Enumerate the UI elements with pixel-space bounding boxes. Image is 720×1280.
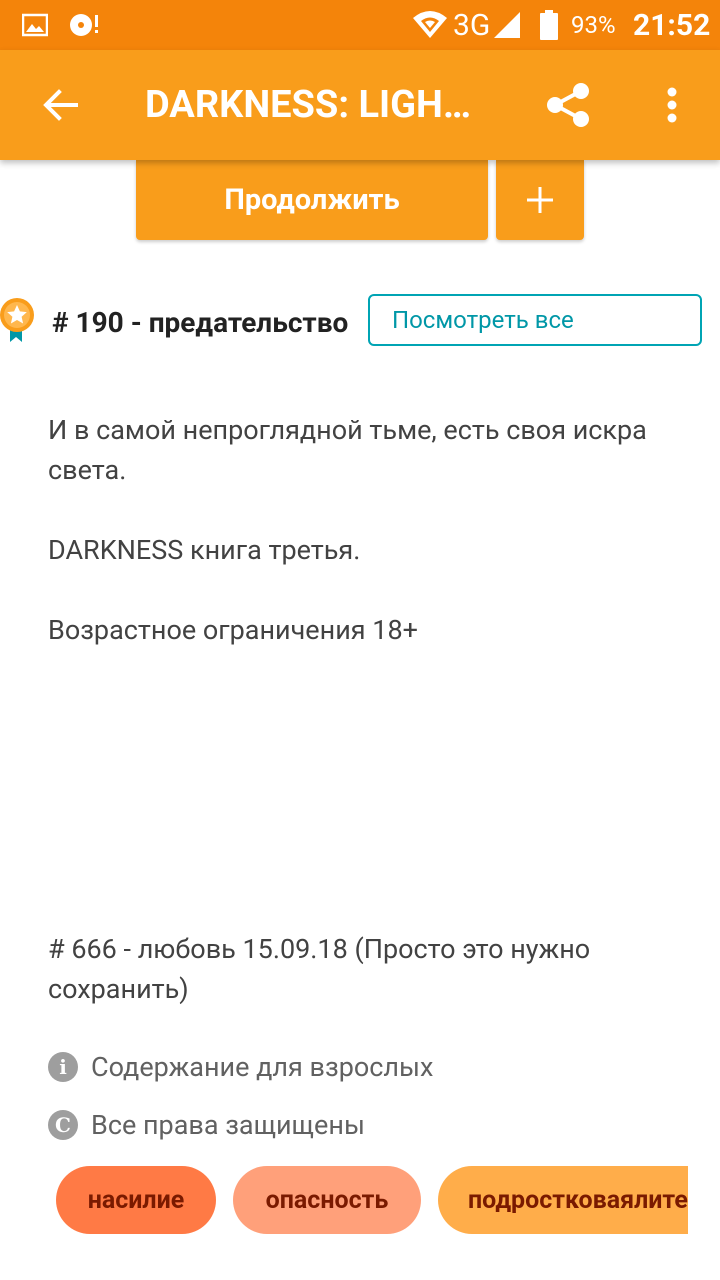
description-line-4: # 666 - любовь 15.09.18 (Просто это нужн… (48, 933, 591, 1005)
share-icon[interactable] (538, 75, 598, 135)
tag-chip[interactable]: подростковаялитература (438, 1166, 688, 1234)
copyright-row: C Все права защищены (48, 1105, 365, 1145)
description-line-3: Возрастное ограничения 18+ (48, 614, 418, 646)
status-bar: 3G 93% 21:52 (0, 0, 720, 50)
tag-chip[interactable]: насилие (56, 1166, 216, 1234)
tag-chip[interactable]: опасность (233, 1166, 421, 1234)
ranking-text: # 190 - предательство (52, 305, 349, 339)
disc-icon (68, 0, 100, 50)
copyright-label: Все права защищены (91, 1109, 365, 1141)
book-title: DARKNESS: LIGH… (145, 83, 472, 127)
network-type: 3G (453, 7, 491, 43)
battery-icon (540, 0, 558, 50)
copyright-icon: C (48, 1110, 78, 1140)
view-all-button[interactable]: Посмотреть все (368, 294, 702, 346)
signal-icon (492, 0, 522, 50)
mature-content-label: Содержание для взрослых (91, 1051, 434, 1083)
app-bar: DARKNESS: LIGH… (0, 50, 720, 160)
ranking-badge-icon (0, 298, 38, 348)
description-line-2: DARKNESS книга третья. (48, 534, 361, 566)
description-line-1: И в самой непроглядной тьме, есть своя и… (48, 414, 647, 486)
plus-icon (527, 187, 553, 213)
clock: 21:52 (633, 7, 711, 43)
wifi-icon (412, 0, 448, 50)
info-icon: i (48, 1052, 78, 1082)
more-vert-icon[interactable] (642, 75, 702, 135)
add-to-library-button[interactable] (496, 160, 584, 240)
tags-row: насилие опасность подростковаялитература (0, 1166, 688, 1236)
image-icon (22, 0, 48, 50)
mature-content-row: i Содержание для взрослых (48, 1047, 433, 1087)
battery-percent: 93% (571, 11, 616, 39)
back-arrow-icon[interactable] (30, 75, 90, 135)
continue-reading-button[interactable]: Продолжить (136, 160, 488, 240)
